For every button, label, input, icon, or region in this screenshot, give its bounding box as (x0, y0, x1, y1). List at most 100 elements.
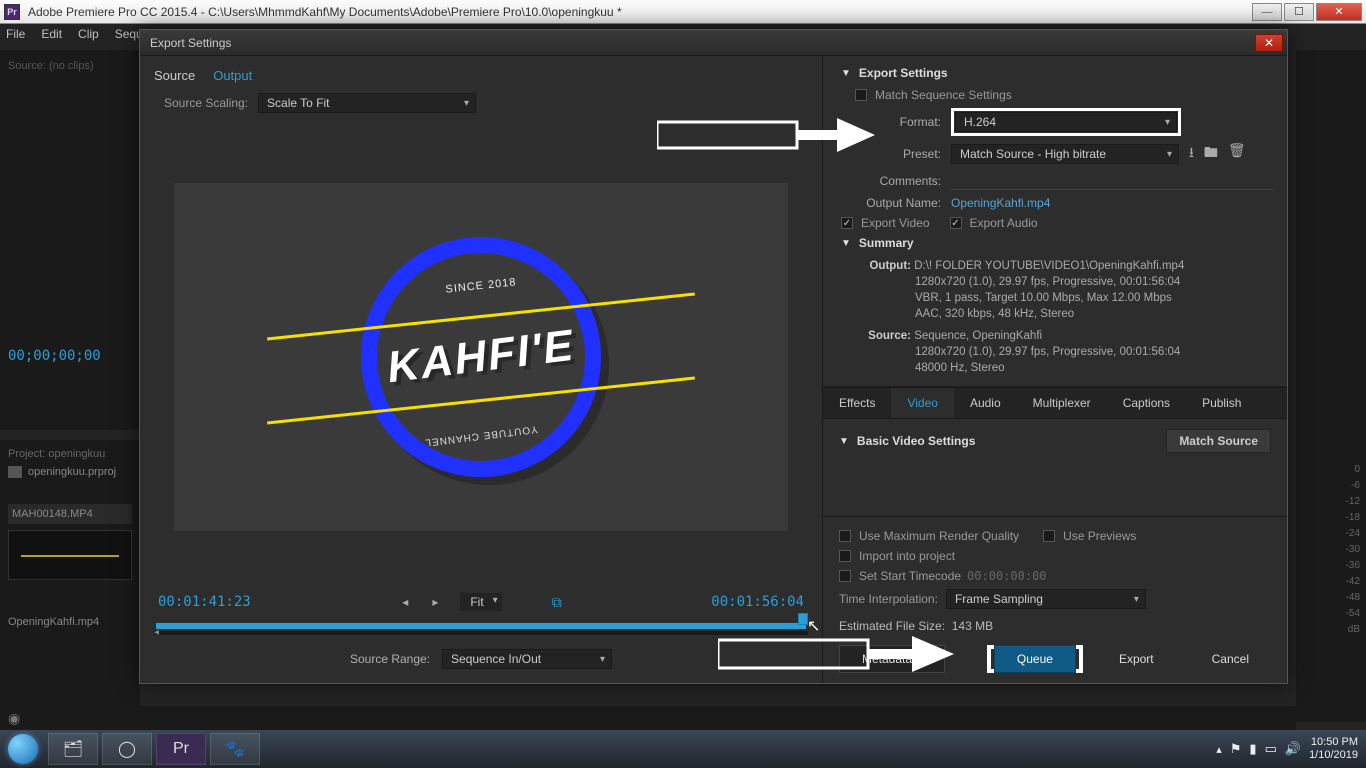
tab-multiplexer[interactable]: Multiplexer (1017, 388, 1107, 418)
step-back-button[interactable]: ◂ (400, 595, 410, 609)
set-start-timecode-value[interactable]: 00:00:00:00 (967, 569, 1046, 583)
menu-clip[interactable]: Clip (78, 27, 99, 41)
source-scaling-label: Source Scaling: (164, 96, 248, 110)
annotation-highlight-format: H.264 (951, 108, 1181, 136)
max-render-quality-checkbox[interactable] (839, 530, 851, 542)
tab-publish[interactable]: Publish (1186, 388, 1257, 418)
source-monitor-panel: Source: (no clips) (0, 50, 140, 430)
source-monitor-label: Source: (no clips) (8, 60, 94, 72)
queue-button[interactable]: Queue (994, 645, 1076, 673)
source-range-dropdown[interactable]: Sequence In/Out (442, 649, 612, 669)
estimated-size-label: Estimated File Size: (839, 619, 945, 633)
basic-video-settings-header: Basic Video Settings (857, 434, 975, 448)
set-start-timecode-checkbox[interactable] (839, 570, 851, 582)
use-previews-label: Use Previews (1063, 529, 1136, 543)
max-render-quality-label: Use Maximum Render Quality (859, 529, 1019, 543)
format-dropdown[interactable]: H.264 (955, 112, 1177, 132)
taskbar-explorer[interactable]: 🗂 (48, 733, 98, 765)
taskbar-chrome[interactable]: ◯ (102, 733, 152, 765)
import-preset-icon[interactable]: 🖿 (1204, 142, 1218, 166)
preview-column: Source Output Source Scaling: Scale To F… (140, 56, 822, 683)
range-arrow-icon: ◂ (154, 627, 159, 638)
start-button[interactable] (0, 730, 46, 768)
project-panel: Project: openingkuu openingkuu.prproj MA… (0, 440, 140, 722)
match-source-button[interactable]: Match Source (1166, 429, 1271, 453)
settings-tabs: Effects Video Audio Multiplexer Captions… (823, 387, 1287, 419)
window-close-button[interactable]: ✕ (1316, 3, 1362, 21)
match-sequence-checkbox[interactable] (855, 89, 867, 101)
preview-timecode-in[interactable]: 00:01:41:23 (158, 594, 278, 610)
preview-canvas: SINCE 2018 KAHFI'E YOUTUBE CHANNEL (174, 183, 788, 531)
cancel-button[interactable]: Cancel (1190, 646, 1271, 672)
step-fwd-button[interactable]: ▸ (430, 595, 440, 609)
time-interpolation-dropdown[interactable]: Frame Sampling (946, 589, 1146, 609)
delete-preset-icon[interactable]: 🗑 (1228, 142, 1246, 166)
export-video-label: Export Video (861, 216, 930, 230)
tab-effects[interactable]: Effects (823, 388, 891, 418)
export-audio-label: Export Audio (970, 216, 1038, 230)
use-previews-checkbox[interactable] (1043, 530, 1055, 542)
preview-range-track[interactable]: ◂ (154, 631, 808, 635)
comments-input[interactable] (951, 172, 1273, 190)
time-interpolation-label: Time Interpolation: (839, 592, 938, 606)
preset-dropdown[interactable]: Match Source - High bitrate (951, 144, 1179, 164)
bin-item-label: MAH00148.MP4 (12, 508, 93, 520)
bin-thumbnail[interactable] (8, 530, 132, 580)
zoom-fit-dropdown[interactable]: Fit (460, 593, 501, 611)
window-maximize-button[interactable]: ☐ (1284, 3, 1314, 21)
tab-video[interactable]: Video (891, 388, 953, 418)
output-name-link[interactable]: OpeningKahfi.mp4 (951, 196, 1050, 210)
playhead-handle[interactable] (798, 613, 808, 625)
tab-audio[interactable]: Audio (954, 388, 1017, 418)
tray-volume-icon[interactable]: 🔊 (1285, 741, 1301, 757)
bottom-toolbar: ◉ (0, 706, 1296, 730)
export-settings-dialog: Export Settings ✕ Source Output Source S… (139, 29, 1288, 684)
aspect-ratio-icon[interactable]: ⧉ (552, 594, 562, 611)
source-scaling-dropdown[interactable]: Scale To Fit (258, 93, 476, 113)
twirl-icon[interactable]: ▼ (839, 436, 849, 447)
bin-item[interactable]: MAH00148.MP4 (8, 504, 132, 524)
export-button[interactable]: Export (1097, 646, 1176, 672)
bin-item[interactable]: OpeningKahfi.mp4 (8, 616, 132, 628)
summary-header: Summary (859, 236, 914, 250)
twirl-icon[interactable]: ▼ (841, 238, 851, 249)
format-label: Format: (841, 115, 941, 129)
window-minimize-button[interactable]: — (1252, 3, 1282, 21)
project-file-label: openingkuu.prproj (28, 466, 116, 478)
menu-edit[interactable]: Edit (41, 27, 62, 41)
tray-chevron-icon[interactable]: ▴ (1216, 743, 1222, 756)
export-audio-checkbox[interactable]: ✓ (950, 217, 962, 229)
folder-icon (8, 466, 22, 478)
taskbar-premiere[interactable]: Pr (156, 733, 206, 765)
preview-scrub-bar[interactable] (156, 623, 806, 629)
twirl-icon[interactable]: ▼ (841, 68, 851, 79)
tab-captions[interactable]: Captions (1107, 388, 1186, 418)
save-preset-icon[interactable]: ⭳ (1189, 142, 1194, 166)
taskbar-app[interactable]: 🐾 (210, 733, 260, 765)
tray-battery-icon[interactable]: ▭ (1265, 741, 1277, 757)
export-video-checkbox[interactable]: ✓ (841, 217, 853, 229)
menu-file[interactable]: File (6, 27, 25, 41)
audio-meter-ticks: 0 -6 -12 -18 -24 -30 -36 -42 -48 -54 dB (1346, 462, 1360, 638)
windows-orb-icon (8, 734, 38, 764)
source-range-label: Source Range: (350, 652, 430, 666)
tray-network-icon[interactable]: ▮ (1249, 741, 1256, 757)
estimated-size-value: 143 MB (952, 619, 993, 633)
summary-output: Output: D:\! FOLDER YOUTUBE\VIDEO1\Openi… (855, 258, 1273, 322)
dialog-close-button[interactable]: ✕ (1255, 34, 1283, 52)
source-timecode-left: 00;00;00;00 (8, 348, 101, 364)
tab-source[interactable]: Source (154, 68, 195, 83)
tab-output[interactable]: Output (213, 68, 252, 83)
tray-flag-icon[interactable]: ⚑ (1230, 741, 1242, 757)
preview-timecode-out[interactable]: 00:01:56:04 (684, 594, 804, 610)
import-into-project-checkbox[interactable] (839, 550, 851, 562)
output-name-label: Output Name: (841, 196, 941, 210)
settings-column: ▼Export Settings Match Sequence Settings… (822, 56, 1287, 683)
app-icon: Pr (4, 4, 20, 20)
metadata-button[interactable]: Metadata... (839, 645, 945, 673)
eye-icon[interactable]: ◉ (8, 710, 20, 727)
dialog-titlebar: Export Settings ✕ (140, 30, 1287, 56)
project-file[interactable]: openingkuu.prproj (8, 466, 132, 478)
tray-clock[interactable]: 10:50 PM 1/10/2019 (1309, 736, 1358, 762)
match-sequence-label: Match Sequence Settings (875, 88, 1012, 102)
